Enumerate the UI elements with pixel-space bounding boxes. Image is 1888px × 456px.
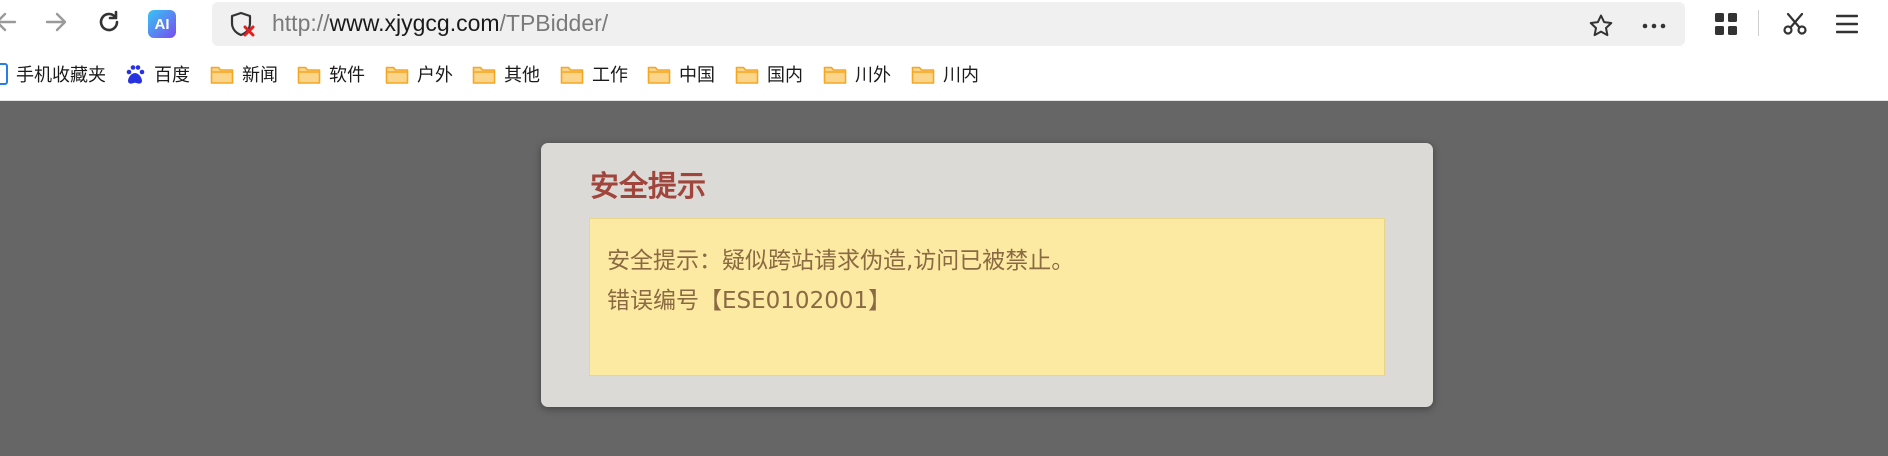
- url-path: /TPBidder/: [499, 10, 609, 36]
- bookmark-label: 手机收藏夹: [16, 65, 106, 86]
- folder-icon: [647, 66, 671, 84]
- bookmarks-bar: 手机收藏夹 百度 新闻 软件 户外 其他 工作 中国 国内 川外 川内: [0, 46, 1888, 101]
- page-content: 安全提示 安全提示：疑似跨站请求伪造,访问已被禁止。 错误编号【ESE01020…: [0, 101, 1888, 456]
- error-code-line: 错误编号【ESE0102001】: [607, 288, 892, 314]
- url-text[interactable]: http://www.xjygcg.com/TPBidder/: [272, 10, 608, 37]
- bookmark-label: 软件: [329, 65, 365, 86]
- bookmark-label: 百度: [154, 65, 190, 86]
- grid-icon[interactable]: [1712, 10, 1740, 38]
- folder-icon: [560, 66, 584, 84]
- security-dialog: 安全提示 安全提示：疑似跨站请求伪造,访问已被禁止。 错误编号【ESE01020…: [541, 143, 1433, 407]
- bookmark-folder[interactable]: 工作: [560, 62, 628, 86]
- bookmark-baidu[interactable]: 百度: [124, 62, 190, 86]
- more-icon[interactable]: [1640, 12, 1668, 40]
- toolbar-divider: [1758, 10, 1759, 36]
- mobile-icon: [0, 63, 8, 85]
- bookmark-folder[interactable]: 其他: [472, 62, 540, 86]
- scissors-icon[interactable]: [1781, 10, 1809, 38]
- bookmark-label: 户外: [417, 65, 453, 86]
- back-icon[interactable]: [0, 8, 20, 36]
- folder-icon: [385, 66, 409, 84]
- folder-icon: [735, 66, 759, 84]
- folder-icon: [472, 66, 496, 84]
- ai-icon[interactable]: AI: [148, 10, 176, 38]
- bookmark-mobile-favorites[interactable]: 手机收藏夹: [0, 62, 106, 86]
- message-box: 安全提示：疑似跨站请求伪造,访问已被禁止。 错误编号【ESE0102001】: [589, 218, 1385, 376]
- bookmark-label: 国内: [767, 65, 803, 86]
- bookmark-label: 川内: [943, 65, 979, 86]
- ai-badge-label: AI: [154, 15, 170, 33]
- bookmark-folder[interactable]: 户外: [385, 62, 453, 86]
- bookmark-folder[interactable]: 新闻: [210, 62, 278, 86]
- message-line: 安全提示：疑似跨站请求伪造,访问已被禁止。: [607, 248, 1075, 274]
- bookmark-label: 中国: [679, 65, 715, 86]
- address-bar[interactable]: http://www.xjygcg.com/TPBidder/: [212, 2, 1685, 46]
- url-host: www.xjygcg.com: [329, 10, 500, 36]
- browser-toolbar: AI http://www.xjygcg.com/TPBidder/: [0, 0, 1888, 46]
- bookmark-label: 川外: [855, 65, 891, 86]
- dialog-title: 安全提示: [590, 169, 707, 203]
- bookmark-folder[interactable]: 川内: [911, 62, 979, 86]
- baidu-paw-icon: [126, 65, 145, 84]
- bookmark-folder[interactable]: 软件: [297, 62, 365, 86]
- menu-icon[interactable]: [1833, 10, 1861, 38]
- bookmark-label: 其他: [504, 65, 540, 86]
- folder-icon: [210, 66, 234, 84]
- bookmark-folder[interactable]: 国内: [735, 62, 803, 86]
- bookmark-folder[interactable]: 中国: [647, 62, 715, 86]
- reload-icon[interactable]: [95, 8, 123, 36]
- shield-blocked-icon[interactable]: [228, 10, 258, 40]
- bookmark-label: 新闻: [242, 65, 278, 86]
- star-icon[interactable]: [1587, 12, 1615, 40]
- folder-icon: [911, 66, 935, 84]
- bookmark-label: 工作: [592, 65, 628, 86]
- folder-icon: [297, 66, 321, 84]
- forward-icon[interactable]: [42, 8, 70, 36]
- folder-icon: [823, 66, 847, 84]
- bookmark-folder[interactable]: 川外: [823, 62, 891, 86]
- url-scheme: http://: [272, 10, 330, 36]
